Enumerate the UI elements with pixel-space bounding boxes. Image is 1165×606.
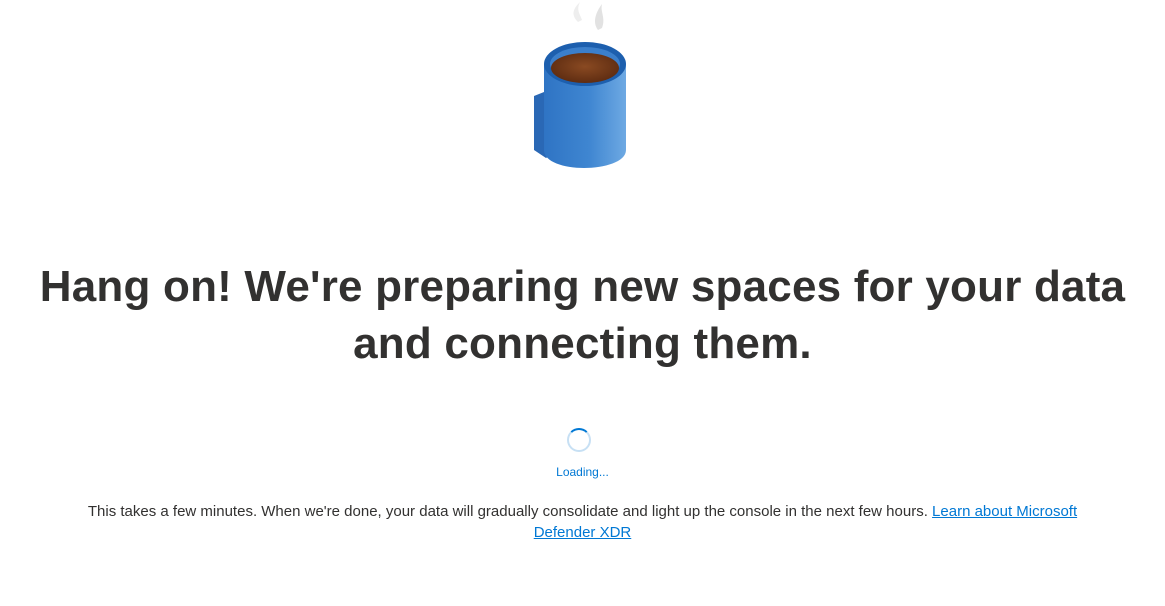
page-title: Hang on! We're preparing new spaces for …	[39, 262, 1126, 368]
description-text: This takes a few minutes. When we're don…	[60, 501, 1105, 543]
loading-label: Loading...	[556, 465, 609, 479]
loading-spinner	[567, 428, 591, 452]
onboarding-wait-page: Hang on! We're preparing new spaces for …	[0, 0, 1165, 606]
coffee-mug-icon	[534, 2, 626, 168]
description-body: This takes a few minutes. When we're don…	[87, 503, 933, 520]
steam-icon	[573, 2, 604, 30]
